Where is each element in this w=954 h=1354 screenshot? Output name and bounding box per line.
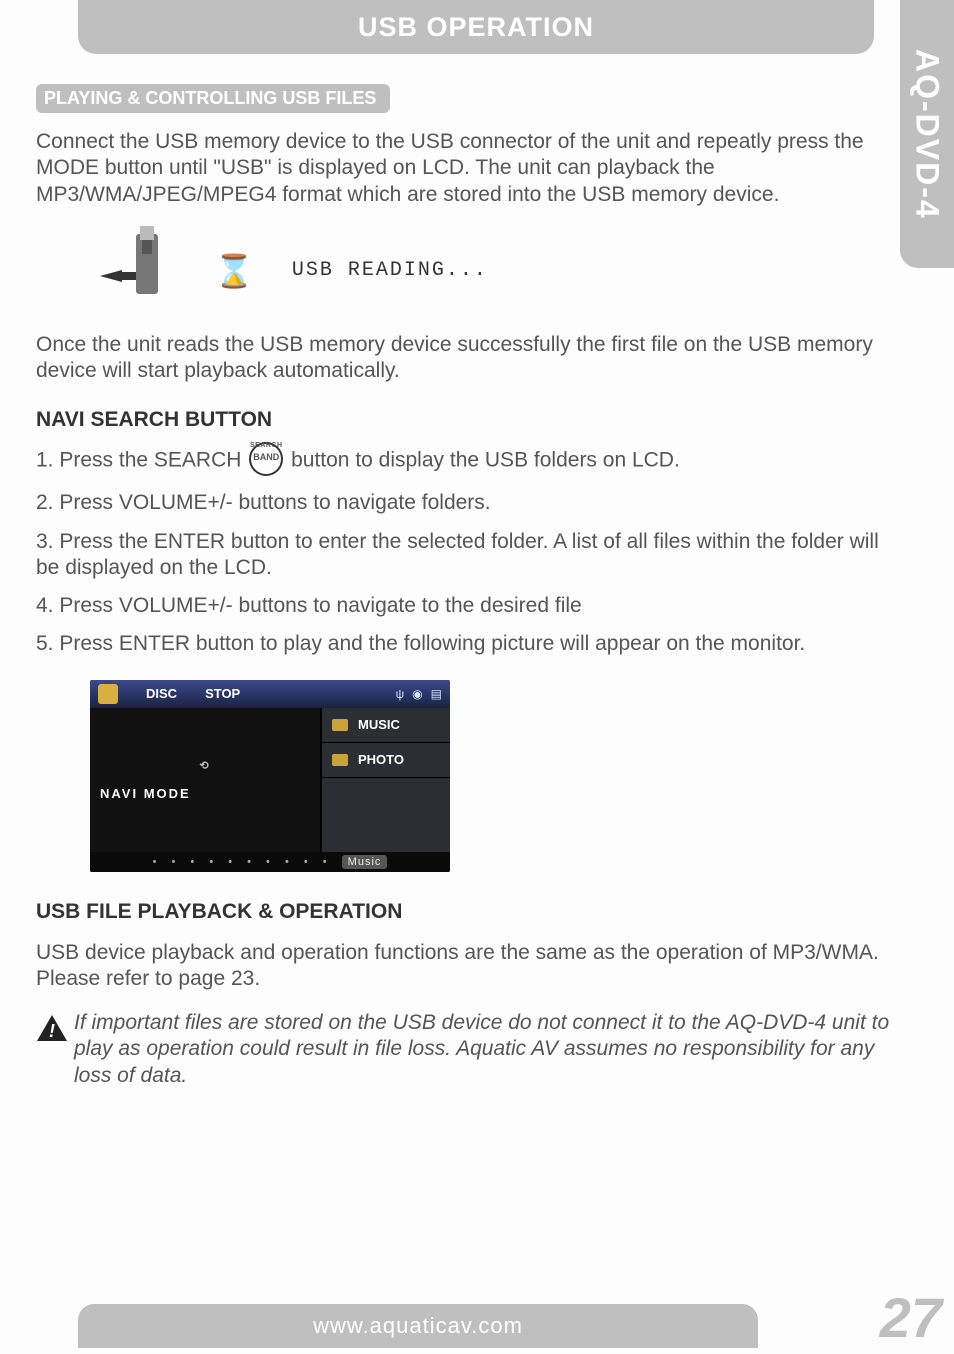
page-content: PLAYING & CONTROLLING USB FILES Connect … — [36, 84, 896, 1089]
usb-icon-small: ψ — [396, 687, 405, 701]
monitor-footer-tag: Music — [342, 855, 388, 869]
usb-stick-icon — [96, 226, 176, 316]
monitor-left-pane: ⟲ NAVI MODE — [90, 708, 320, 852]
disc-icon — [98, 684, 118, 704]
usb-reading-illustration: ⌛ USB READING... — [96, 226, 896, 316]
usb-reading-text: USB READING... — [292, 259, 488, 282]
hourglass-icon: ⌛ — [214, 252, 254, 290]
music-label: MUSIC — [358, 717, 400, 732]
monitor-top-bar: DISC STOP ψ ◉ ▤ — [90, 680, 450, 708]
folder-icon — [332, 754, 348, 766]
warning-block: ! If important files are stored on the U… — [36, 1010, 896, 1089]
warning-icon: ! — [36, 1014, 68, 1089]
monitor-stop-label: STOP — [205, 686, 240, 701]
navi-step-5: 5. Press ENTER button to play and the fo… — [36, 631, 896, 657]
card-icon-small: ▤ — [431, 687, 442, 701]
svg-text:!: ! — [49, 1021, 55, 1041]
photo-label: PHOTO — [358, 752, 404, 767]
monitor-footer: • • • • • • • • • • Music — [90, 852, 450, 872]
navi-step-1: 1. Press the SEARCH BAND button to displ… — [36, 444, 896, 478]
page-number: 27 — [880, 1285, 942, 1350]
step1-part-b: button to display the USB folders on LCD… — [291, 449, 680, 472]
monitor-disc-label: DISC — [146, 686, 177, 701]
playback-body: USB device playback and operation functi… — [36, 940, 896, 993]
navi-heading: NAVI SEARCH BUTTON — [36, 408, 896, 432]
section-title-playing: PLAYING & CONTROLLING USB FILES — [36, 84, 390, 113]
page-header: USB OPERATION — [78, 0, 874, 54]
step1-part-a: 1. Press the SEARCH — [36, 449, 241, 472]
footer-url: www.aquaticav.com — [78, 1304, 758, 1348]
monitor-screenshot: DISC STOP ψ ◉ ▤ ⟲ NAVI MODE MUSIC PHOTO — [90, 680, 450, 872]
model-tab: AQ-DVD-4 — [900, 0, 954, 268]
navi-mode-label: NAVI MODE — [100, 786, 310, 801]
intro-paragraph: Connect the USB memory device to the USB… — [36, 129, 896, 208]
disc-icon-small: ◉ — [412, 687, 422, 701]
folder-row-photo: PHOTO — [322, 743, 450, 778]
folder-row-music: MUSIC — [322, 708, 450, 743]
page-footer: www.aquaticav.com — [0, 1298, 954, 1354]
navi-step-4: 4. Press VOLUME+/- buttons to navigate t… — [36, 593, 896, 619]
search-band-button-icon: BAND — [249, 442, 283, 476]
monitor-status-icons: ψ ◉ ▤ — [396, 687, 442, 701]
navi-step-3: 3. Press the ENTER button to enter the s… — [36, 529, 896, 582]
monitor-right-pane: MUSIC PHOTO — [320, 708, 450, 852]
monitor-body: ⟲ NAVI MODE MUSIC PHOTO — [90, 708, 450, 852]
loop-icon: ⟲ — [199, 759, 210, 772]
navi-step-2: 2. Press VOLUME+/- buttons to navigate f… — [36, 490, 896, 516]
folder-icon — [332, 719, 348, 731]
warning-text: If important files are stored on the USB… — [74, 1010, 896, 1089]
after-read-paragraph: Once the unit reads the USB memory devic… — [36, 332, 896, 385]
playback-heading: USB FILE PLAYBACK & OPERATION — [36, 900, 896, 924]
